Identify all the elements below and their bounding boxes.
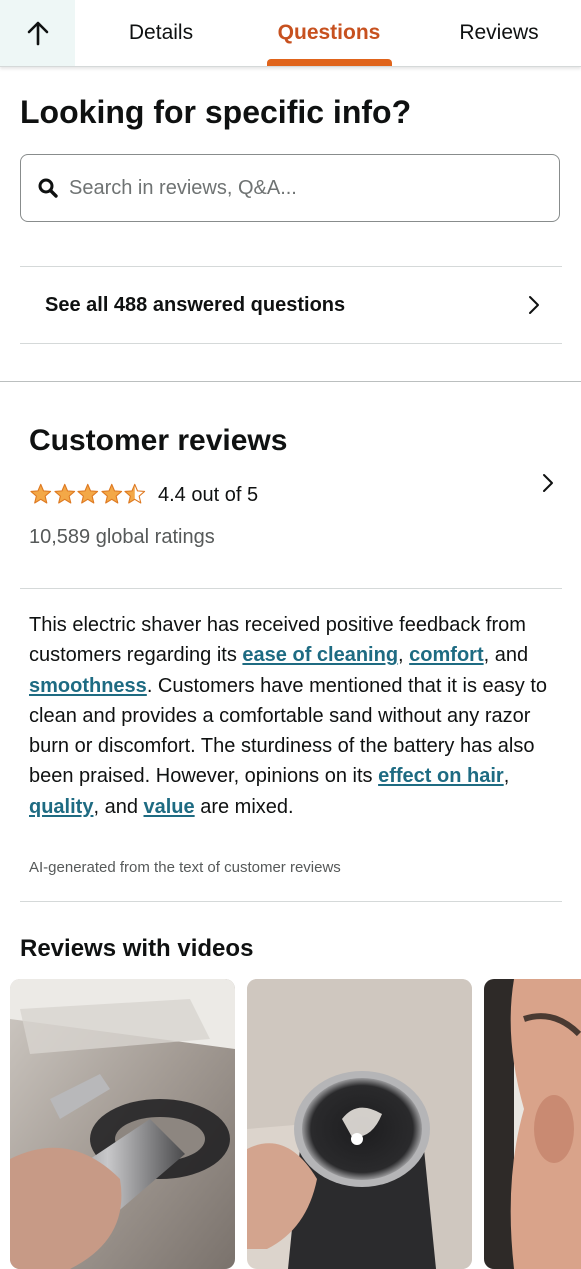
- aspect-link-effect-on-hair[interactable]: effect on hair: [378, 765, 504, 787]
- back-to-top-button[interactable]: [0, 0, 75, 66]
- answered-questions-link[interactable]: See all 488 answered questions: [20, 266, 562, 344]
- reviews-with-videos-heading: Reviews with videos: [20, 935, 254, 962]
- review-video-thumbnail[interactable]: [10, 979, 235, 1269]
- section-tab-bar: Details Questions Reviews: [0, 0, 581, 67]
- ai-generated-note: AI-generated from the text of customer r…: [29, 859, 341, 876]
- divider: [20, 588, 562, 589]
- tab-questions[interactable]: Questions: [262, 0, 396, 66]
- summary-text: ,: [503, 765, 510, 788]
- summary-text: ,: [398, 644, 410, 667]
- search-icon: [38, 178, 58, 198]
- video-thumbnail-image: [247, 979, 472, 1269]
- summary-text: are mixed.: [194, 795, 294, 818]
- search-input[interactable]: [67, 175, 541, 201]
- half-star-icon: [124, 483, 146, 504]
- aspect-link-quality[interactable]: quality: [29, 796, 93, 818]
- star-icon: [100, 483, 122, 504]
- star-icon: [30, 483, 52, 504]
- chevron-right-icon: [529, 296, 539, 314]
- up-arrow-icon: [27, 21, 48, 46]
- star-icon: [77, 483, 99, 504]
- chevron-right-icon[interactable]: [540, 472, 556, 494]
- aspect-link-value[interactable]: value: [144, 796, 195, 818]
- customer-reviews-heading: Customer reviews: [29, 424, 288, 457]
- summary-text: , and: [93, 795, 144, 818]
- specific-info-heading: Looking for specific info?: [20, 94, 412, 130]
- review-search-box[interactable]: [20, 154, 560, 222]
- ai-review-summary: This electric shaver has received positi…: [29, 610, 554, 822]
- review-video-thumbnail[interactable]: [247, 979, 472, 1269]
- divider: [20, 901, 562, 902]
- tab-details[interactable]: Details: [100, 0, 222, 66]
- answered-questions-label: See all 488 answered questions: [45, 293, 346, 316]
- tab-reviews[interactable]: Reviews: [440, 0, 558, 66]
- aspect-link-ease-of-cleaning[interactable]: ease of cleaning: [242, 644, 398, 666]
- video-thumbnail-image: [484, 979, 581, 1269]
- video-thumbnail-image: [10, 979, 235, 1269]
- star-rating[interactable]: [29, 483, 147, 505]
- review-video-thumbnail[interactable]: [484, 979, 581, 1269]
- section-divider: [0, 381, 581, 382]
- rating-out-of-five: 4.4 out of 5: [158, 484, 259, 506]
- active-tab-indicator: [267, 59, 392, 66]
- aspect-link-comfort[interactable]: comfort: [409, 644, 483, 666]
- global-ratings-count: 10,589 global ratings: [29, 526, 215, 548]
- aspect-link-smoothness[interactable]: smoothness: [29, 675, 147, 697]
- summary-text: , and: [483, 644, 529, 667]
- star-icon: [53, 483, 75, 504]
